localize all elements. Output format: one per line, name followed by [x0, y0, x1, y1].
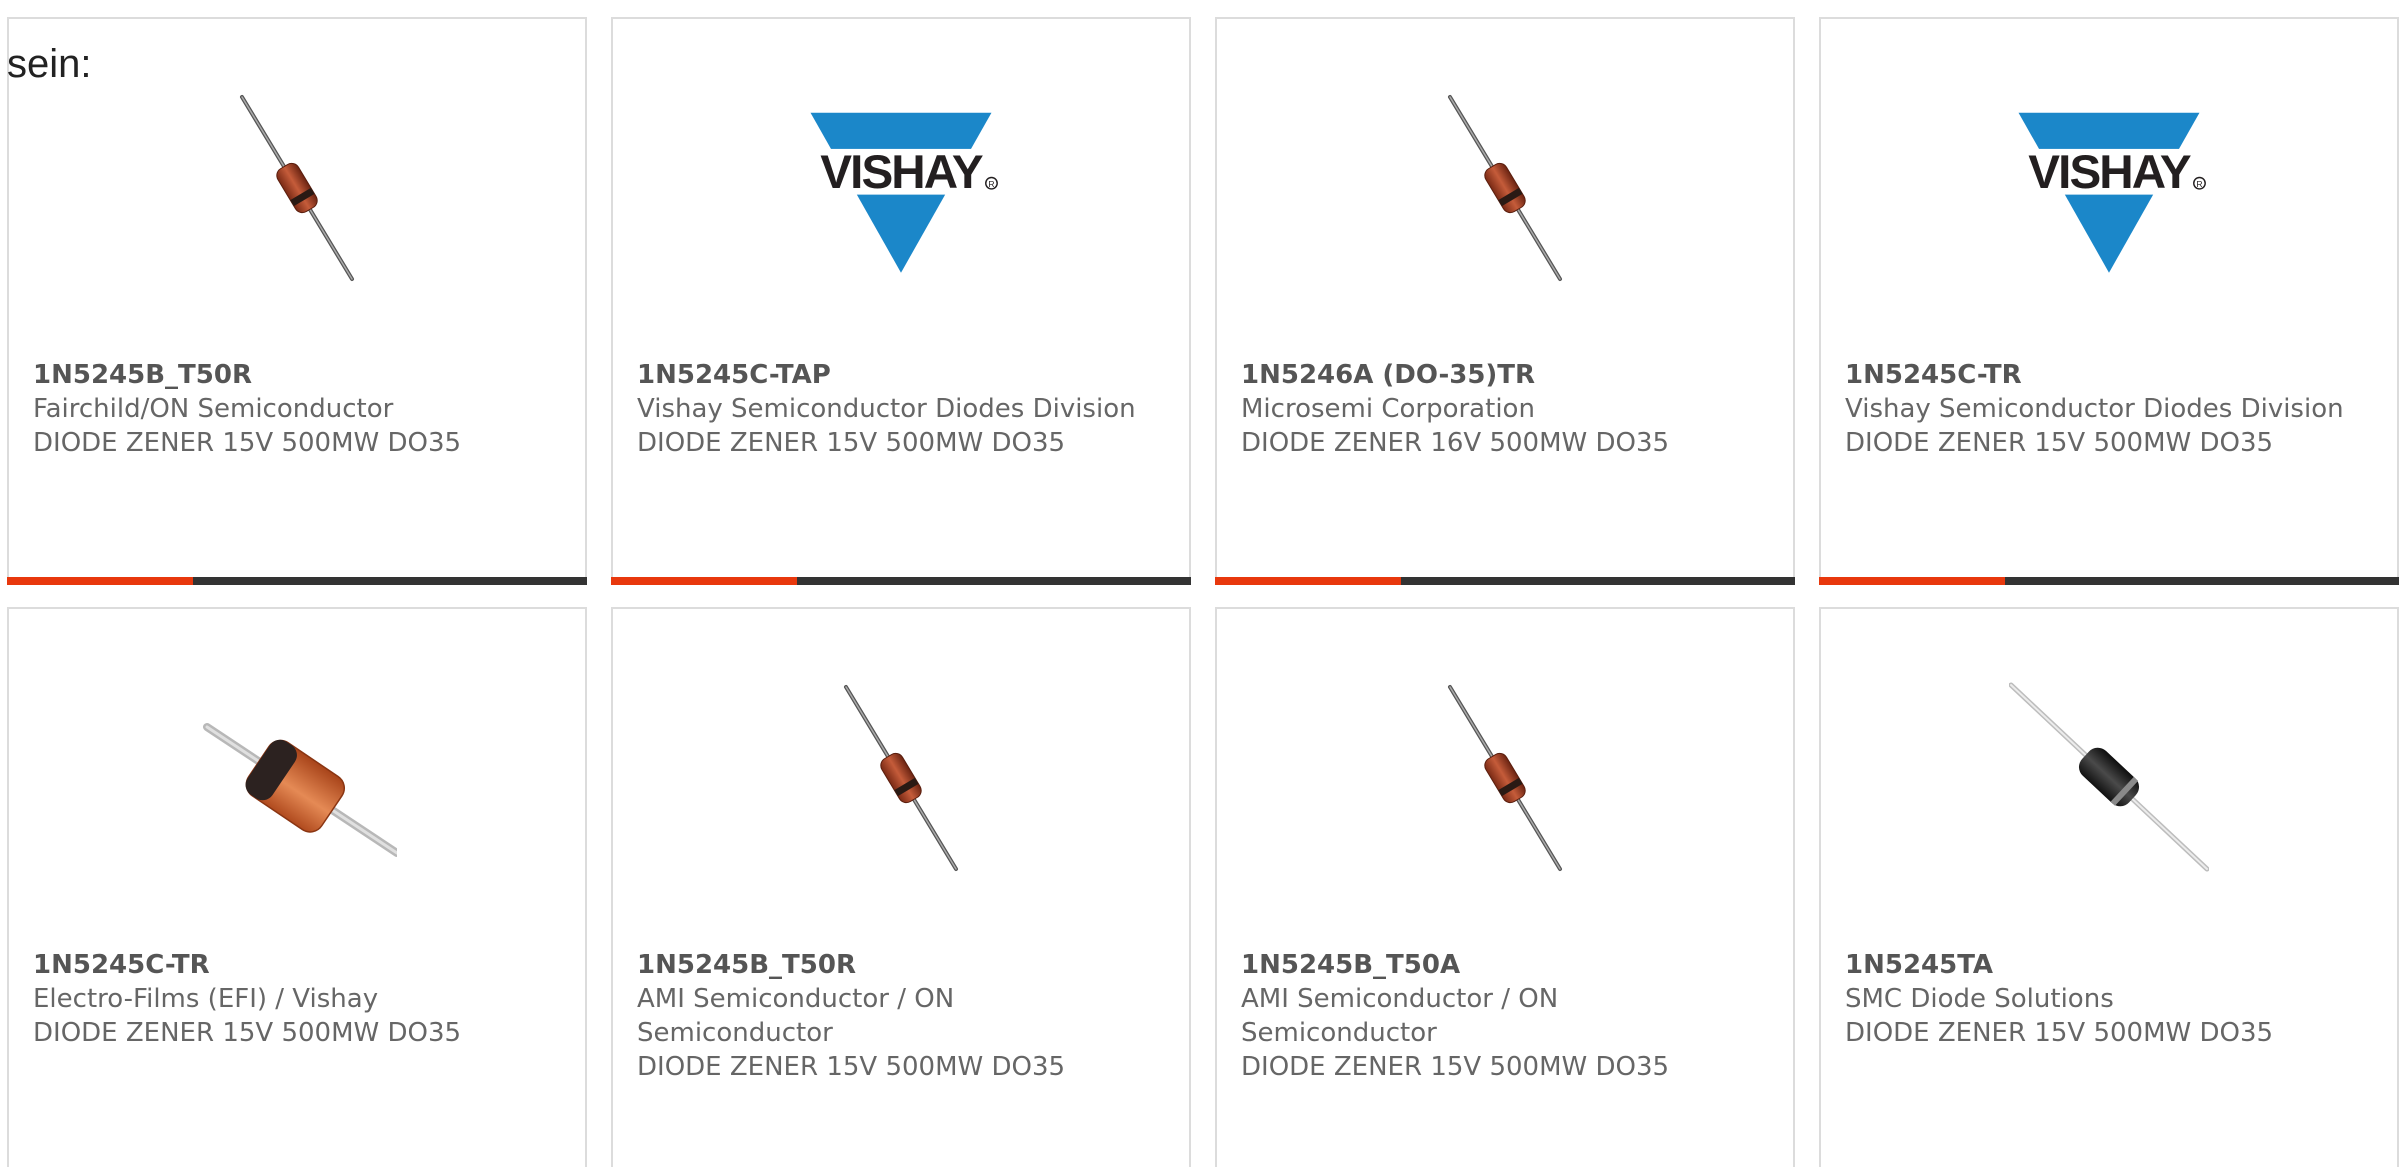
card-accent-bar-fill [7, 577, 193, 585]
product-card[interactable]: VISHAY R 1N5245C-TAP Vishay Semiconductor D… [611, 17, 1191, 585]
product-results-page: sein: 1N5245B_T50R Fairchild/ON Semicondu… [0, 0, 2400, 1167]
product-info: 1N5246A (DO-35)TR Microsemi Corporation DI… [1241, 358, 1761, 460]
part-number-link[interactable]: 1N5245B_T50R [637, 948, 1157, 982]
vishay-logo[interactable]: VISHAY R [801, 87, 1001, 287]
part-number-link[interactable]: 1N5245B_T50R [33, 358, 553, 392]
diode-do35-thin-icon[interactable] [197, 87, 397, 287]
product-card[interactable]: 1N5245C-TR Electro-Films (EFI) / Vishay DI… [7, 607, 587, 1167]
manufacturer-name: Vishay Semiconductor Diodes Division [637, 394, 1136, 424]
card-accent-bar-fill [611, 577, 797, 585]
intro-text: sein: [7, 42, 92, 86]
manufacturer-name: SMC Diode Solutions [1845, 984, 2114, 1014]
card-accent-bar [1819, 577, 2399, 585]
card-accent-bar [1215, 577, 1795, 585]
svg-text:R: R [988, 179, 994, 189]
manufacturer-name: Fairchild/ON Semiconductor [33, 394, 394, 424]
manufacturer-name: Electro-Films (EFI) / Vishay [33, 984, 379, 1014]
product-info: 1N5245C-TR Electro-Films (EFI) / Vishay DI… [33, 948, 553, 1050]
manufacturer-name: AMI Semiconductor / ON Semiconductor [1241, 984, 1559, 1048]
part-number-link[interactable]: 1N5245TA [1845, 948, 2365, 982]
product-info: 1N5245TA SMC Diode Solutions DIODE ZENER 1… [1845, 948, 2365, 1050]
product-card[interactable]: 1N5245B_T50A AMI Semiconductor / ON Semic… [1215, 607, 1795, 1167]
vishay-logo-text: VISHAY [820, 146, 983, 199]
card-accent-bar-fill [1819, 577, 2005, 585]
product-description: DIODE ZENER 15V 500MW DO35 [637, 428, 1066, 458]
part-number-link[interactable]: 1N5245C-TR [1845, 358, 2365, 392]
diode-black-icon[interactable] [2009, 677, 2209, 877]
part-number-link[interactable]: 1N5245C-TAP [637, 358, 1157, 392]
diode-do35-thin-icon[interactable] [1405, 87, 1605, 287]
product-card[interactable]: 1N5245B_T50R AMI Semiconductor / ON Semic… [611, 607, 1191, 1167]
product-description: DIODE ZENER 15V 500MW DO35 [1241, 1052, 1670, 1082]
vishay-logo-text: VISHAY [2028, 146, 2191, 199]
card-accent-bar [611, 577, 1191, 585]
part-number-link[interactable]: 1N5245C-TR [33, 948, 553, 982]
product-card[interactable]: 1N5245B_T50R Fairchild/ON Semiconductor DI… [7, 17, 587, 585]
product-info: 1N5245C-TR Vishay Semiconductor Diodes Di… [1845, 358, 2365, 460]
product-description: DIODE ZENER 15V 500MW DO35 [1845, 1018, 2274, 1048]
part-number-link[interactable]: 1N5246A (DO-35)TR [1241, 358, 1761, 392]
manufacturer-name: Vishay Semiconductor Diodes Division [1845, 394, 2344, 424]
product-description: DIODE ZENER 15V 500MW DO35 [33, 1018, 462, 1048]
product-description: DIODE ZENER 16V 500MW DO35 [1241, 428, 1670, 458]
product-info: 1N5245C-TAP Vishay Semiconductor Diodes D… [637, 358, 1157, 460]
manufacturer-name: AMI Semiconductor / ON Semiconductor [637, 984, 955, 1048]
vishay-logo[interactable]: VISHAY R [2009, 87, 2209, 287]
diode-do35-thin-icon[interactable] [1405, 677, 1605, 877]
product-description: DIODE ZENER 15V 500MW DO35 [33, 428, 462, 458]
diode-do35-thin-icon[interactable] [801, 677, 1001, 877]
product-card[interactable]: VISHAY R 1N5245C-TR Vishay Semiconductor Di… [1819, 17, 2399, 585]
svg-text:R: R [2196, 179, 2202, 189]
product-description: DIODE ZENER 15V 500MW DO35 [637, 1052, 1066, 1082]
product-grid: 1N5245B_T50R Fairchild/ON Semiconductor DI… [7, 17, 2400, 1167]
product-card[interactable]: 1N5245TA SMC Diode Solutions DIODE ZENER 1… [1819, 607, 2399, 1167]
product-card[interactable]: 1N5246A (DO-35)TR Microsemi Corporation DI… [1215, 17, 1795, 585]
product-info: 1N5245B_T50R Fairchild/ON Semiconductor DI… [33, 358, 553, 460]
manufacturer-name: Microsemi Corporation [1241, 394, 1535, 424]
product-info: 1N5245B_T50R AMI Semiconductor / ON Semic… [637, 948, 1157, 1084]
card-accent-bar-fill [1215, 577, 1401, 585]
part-number-link[interactable]: 1N5245B_T50A [1241, 948, 1761, 982]
diode-glass-large-icon[interactable] [197, 677, 397, 877]
product-description: DIODE ZENER 15V 500MW DO35 [1845, 428, 2274, 458]
product-info: 1N5245B_T50A AMI Semiconductor / ON Semic… [1241, 948, 1761, 1084]
card-accent-bar [7, 577, 587, 585]
